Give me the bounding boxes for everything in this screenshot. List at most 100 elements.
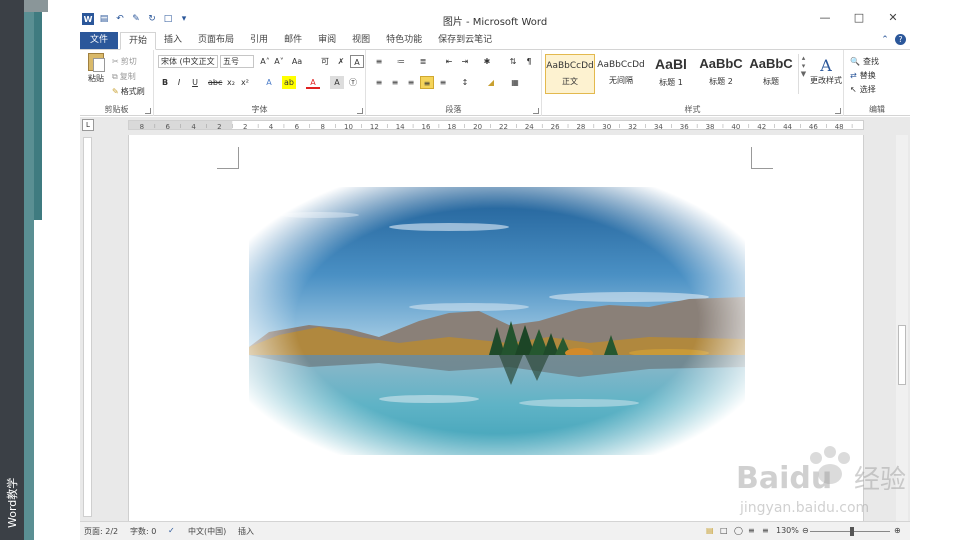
- clipboard-launcher-icon[interactable]: [145, 108, 151, 114]
- tab-mailings[interactable]: 邮件: [276, 32, 310, 50]
- decrease-indent-icon[interactable]: ⇤: [442, 55, 456, 68]
- underline-icon[interactable]: U: [188, 76, 202, 89]
- align-left-icon[interactable]: ≡: [372, 76, 386, 89]
- styles-gallery-scroll[interactable]: ▴ ▾ ▼: [798, 54, 808, 94]
- find-button[interactable]: 🔍 查找: [850, 56, 879, 67]
- numbering-icon[interactable]: ≔: [394, 55, 408, 68]
- proofing-icon[interactable]: ✓: [168, 526, 175, 535]
- strikethrough-icon[interactable]: abc: [208, 76, 222, 89]
- tab-special-features[interactable]: 特色功能: [378, 32, 430, 50]
- tab-page-layout[interactable]: 页面布局: [190, 32, 242, 50]
- ruler-number: 8: [140, 123, 144, 130]
- grow-font-icon[interactable]: A˄: [258, 55, 272, 68]
- zoom-slider[interactable]: [810, 527, 890, 536]
- italic-icon[interactable]: I: [172, 76, 186, 89]
- minimize-button[interactable]: —: [808, 11, 842, 29]
- line-spacing-icon[interactable]: ↕: [458, 76, 472, 89]
- help-icon[interactable]: ?: [895, 34, 906, 45]
- print-layout-view-icon[interactable]: ▤: [706, 526, 714, 535]
- zoom-level[interactable]: 130%: [776, 526, 799, 535]
- bullets-icon[interactable]: ≡: [372, 55, 386, 68]
- change-case-icon[interactable]: Aa: [290, 55, 304, 68]
- maximize-button[interactable]: □: [842, 11, 876, 29]
- ruler-number: 6: [166, 123, 171, 130]
- zoom-out-icon[interactable]: ⊖: [802, 526, 809, 535]
- word-count[interactable]: 字数: 0: [130, 526, 156, 537]
- tab-references[interactable]: 引用: [242, 32, 276, 50]
- deco-teal-strip: [24, 0, 34, 540]
- draft-view-icon[interactable]: ≡: [762, 526, 769, 535]
- enclose-characters-icon[interactable]: Ⓣ: [346, 76, 360, 89]
- tab-file[interactable]: 文件: [80, 32, 118, 49]
- tab-save-cloud-note[interactable]: 保存到云笔记: [430, 32, 500, 50]
- sort-icon[interactable]: ⇅: [506, 55, 520, 68]
- format-painter-button[interactable]: ✎ 格式刷: [112, 86, 145, 97]
- style-title[interactable]: AaBbC 标题: [746, 54, 796, 94]
- slide-left-border: Word教学: [0, 0, 80, 540]
- change-styles-icon: A: [820, 56, 832, 75]
- font-name-select[interactable]: 宋体 (中文正文: [158, 55, 218, 68]
- align-center-icon[interactable]: ≡: [388, 76, 402, 89]
- bold-icon[interactable]: B: [158, 76, 172, 89]
- paste-button[interactable]: 粘贴: [84, 53, 108, 97]
- style-no-spacing[interactable]: AaBbCcDd 无间隔: [596, 54, 646, 94]
- paste-label: 粘贴: [88, 74, 104, 83]
- phonetic-guide-icon[interactable]: 可: [318, 55, 332, 68]
- tab-insert[interactable]: 插入: [156, 32, 190, 50]
- shading-icon[interactable]: ◢: [484, 76, 498, 89]
- insert-mode[interactable]: 插入: [238, 526, 254, 537]
- inserted-picture[interactable]: [249, 187, 745, 455]
- styles-launcher-icon[interactable]: [835, 108, 841, 114]
- tab-review[interactable]: 审阅: [310, 32, 344, 50]
- ruler-number: 38: [706, 123, 715, 130]
- text-effects-icon[interactable]: A: [262, 76, 276, 89]
- font-size-select[interactable]: 五号: [220, 55, 254, 68]
- full-screen-view-icon[interactable]: □: [720, 526, 728, 535]
- ruler-number: 6: [295, 123, 300, 130]
- change-styles-button[interactable]: A 更改样式: [808, 56, 844, 86]
- language-indicator[interactable]: 中文(中国): [188, 526, 226, 537]
- multilevel-list-icon[interactable]: ≣: [416, 55, 430, 68]
- highlight-icon[interactable]: ab: [282, 76, 296, 89]
- font-color-icon[interactable]: A: [306, 76, 320, 89]
- close-button[interactable]: ✕: [876, 11, 910, 29]
- character-border-icon[interactable]: A: [350, 55, 364, 68]
- subscript-icon[interactable]: x₂: [224, 76, 238, 89]
- status-bar: 页面: 2/2 字数: 0 ✓ 中文(中国) 插入 ▤ □ ◯ ≡ ≡ 130%…: [80, 521, 910, 540]
- ruler-number: 20: [473, 123, 482, 130]
- increase-indent-icon[interactable]: ⇥: [458, 55, 472, 68]
- tab-home[interactable]: 开始: [120, 32, 157, 50]
- web-layout-view-icon[interactable]: ◯: [734, 526, 743, 535]
- collapse-ribbon-icon[interactable]: ⌃: [879, 34, 891, 46]
- style-heading-2[interactable]: AaBbC 标题 2: [696, 54, 746, 94]
- watermark-brand: Baidu: [736, 461, 832, 496]
- shrink-font-icon[interactable]: A˅: [272, 55, 286, 68]
- clear-format-icon[interactable]: ✗: [334, 55, 348, 68]
- outline-view-icon[interactable]: ≡: [748, 526, 755, 535]
- replace-button[interactable]: ⇄ 替换: [850, 70, 876, 81]
- superscript-icon[interactable]: x²: [238, 76, 252, 89]
- copy-button[interactable]: ⧉ 复制: [112, 71, 136, 82]
- select-button[interactable]: ↖ 选择: [850, 84, 876, 95]
- character-shading-icon[interactable]: A: [330, 76, 344, 89]
- ruler-number: 2: [243, 123, 247, 130]
- distributed-icon[interactable]: ≡: [436, 76, 450, 89]
- justify-icon[interactable]: ≡: [420, 76, 434, 89]
- font-launcher-icon[interactable]: [357, 108, 363, 114]
- zoom-slider-thumb[interactable]: [850, 527, 854, 536]
- align-right-icon[interactable]: ≡: [404, 76, 418, 89]
- tab-selector[interactable]: L: [82, 119, 94, 131]
- paragraph-launcher-icon[interactable]: [533, 108, 539, 114]
- borders-icon[interactable]: ▦: [508, 76, 522, 89]
- ruler-number: 24: [525, 123, 534, 130]
- horizontal-ruler[interactable]: 8 6 4 2 2 4 6 8 10 12 14 16 18 20 22 24 26 28 30 32 34 36 38 40…: [128, 120, 864, 130]
- cut-button[interactable]: ✂ 剪切: [112, 56, 137, 67]
- tab-view[interactable]: 视图: [344, 32, 378, 50]
- chinese-layout-icon[interactable]: ✱: [480, 55, 494, 68]
- page-count[interactable]: 页面: 2/2: [84, 526, 118, 537]
- scrollbar-thumb[interactable]: [898, 325, 906, 385]
- style-heading-1[interactable]: AaBl 标题 1: [646, 54, 696, 94]
- zoom-in-icon[interactable]: ⊕: [894, 526, 901, 535]
- show-marks-icon[interactable]: ¶: [522, 55, 536, 68]
- style-normal[interactable]: AaBbCcDd 正文: [545, 54, 595, 94]
